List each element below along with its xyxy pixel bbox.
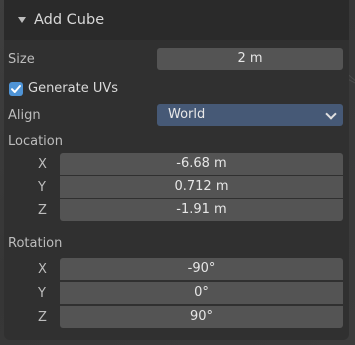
location-z-field[interactable]: -1.91 m (60, 199, 343, 221)
generate-uvs-label: Generate UVs (28, 81, 119, 96)
size-field[interactable]: 2 m (157, 48, 343, 70)
rotation-y-field[interactable]: 0° (60, 282, 343, 304)
location-x-label: X (38, 157, 47, 172)
rotation-x-field[interactable]: -90° (60, 258, 343, 280)
chevron-down-icon (325, 108, 337, 120)
location-z-label: Z (38, 203, 47, 218)
align-select-value: World (168, 107, 206, 122)
collapse-triangle-icon[interactable] (18, 17, 26, 23)
operator-redo-panel: Add Cube Size 2 m Generate UVs Align Wor… (4, 0, 349, 340)
generate-uvs-checkbox[interactable] (9, 82, 23, 96)
divider (60, 280, 343, 281)
location-label: Location (8, 134, 63, 149)
divider (60, 304, 343, 305)
panel-title: Add Cube (34, 12, 105, 28)
align-select[interactable]: World (157, 104, 343, 126)
rotation-z-label: Z (38, 310, 47, 325)
panel-header[interactable]: Add Cube (4, 0, 349, 40)
align-label: Align (8, 108, 41, 123)
rotation-y-label: Y (38, 286, 46, 301)
location-x-field[interactable]: -6.68 m (60, 153, 343, 175)
location-y-field[interactable]: 0.712 m (60, 176, 343, 198)
checkmark-icon (11, 85, 21, 93)
rotation-x-label: X (38, 262, 47, 277)
rotation-label: Rotation (8, 236, 63, 251)
location-y-label: Y (38, 180, 46, 195)
rotation-z-field[interactable]: 90° (60, 306, 343, 328)
size-label: Size (8, 52, 35, 67)
